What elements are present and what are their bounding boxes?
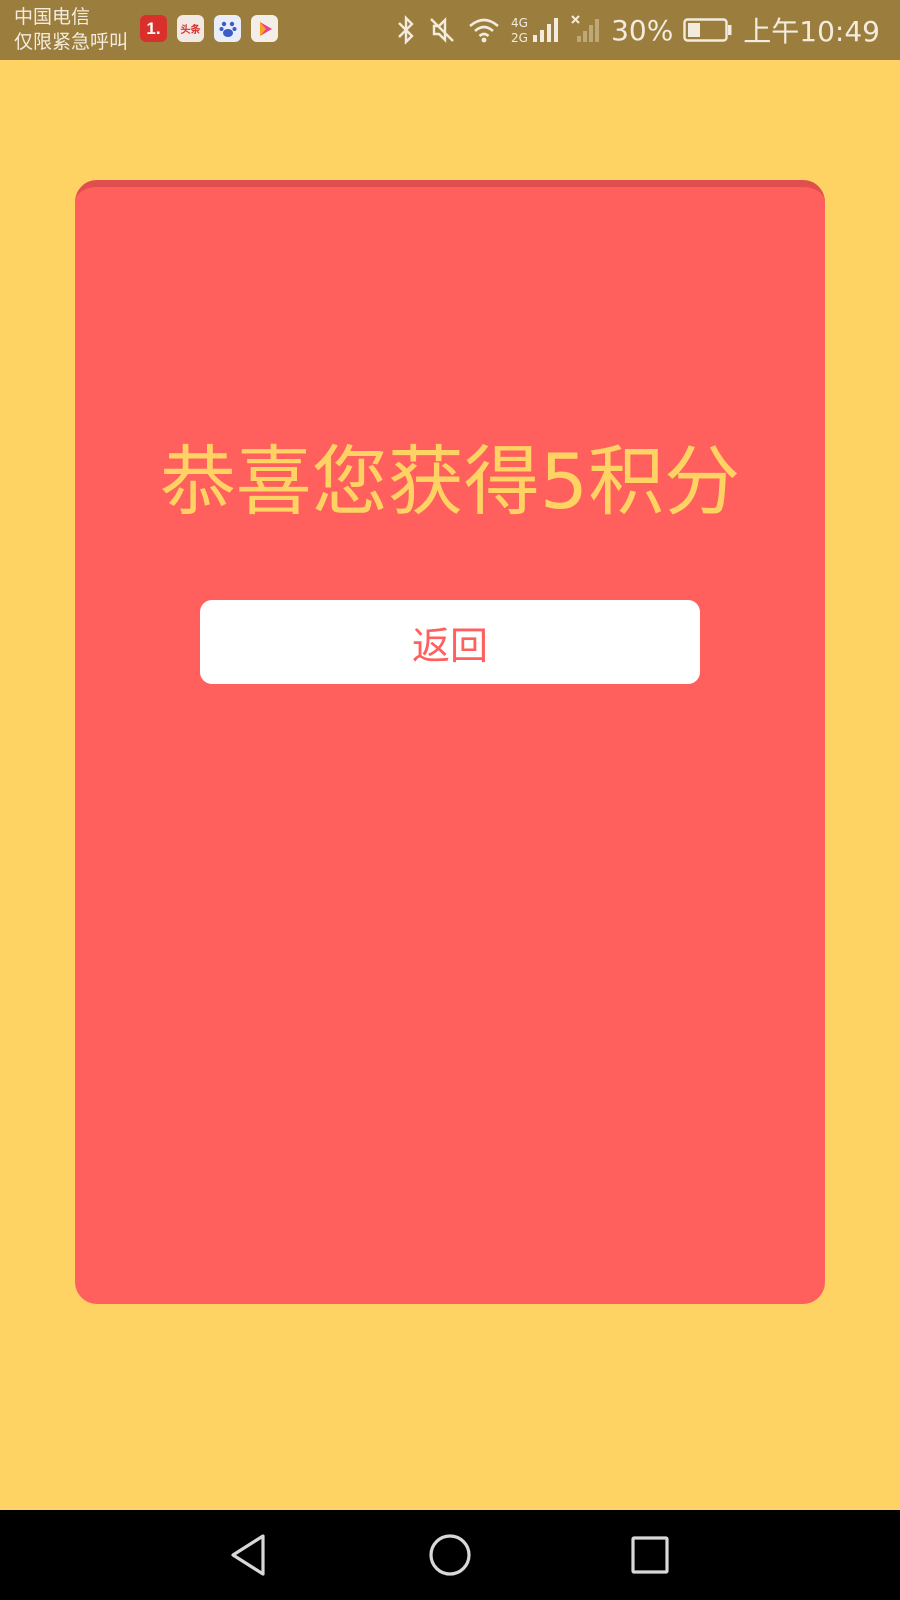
carrier-note: 仅限紧急呼叫 <box>14 31 129 53</box>
status-clock: 上午10:49 <box>743 15 880 48</box>
notification-app-icons: 1. 头条 <box>140 15 278 42</box>
battery-icon <box>683 15 733 45</box>
status-bar: 中国电信 仅限紧急呼叫 1. 头条 4G 2G 30% 上午10:49 <box>0 0 900 60</box>
back-button[interactable]: 返回 <box>200 600 700 684</box>
carrier-name: 中国电信 <box>14 6 91 28</box>
system-nav-bar <box>0 1510 900 1600</box>
app-1-icon: 1. <box>140 15 167 42</box>
mute-icon <box>427 15 457 45</box>
carrier-info: 中国电信 仅限紧急呼叫 <box>14 5 128 55</box>
status-indicators: 4G 2G 30% 上午10:49 <box>395 10 880 50</box>
baidu-icon <box>214 15 241 42</box>
home-nav-icon[interactable] <box>425 1530 475 1580</box>
reward-title: 恭喜您获得5积分 <box>159 437 741 526</box>
reward-card: 恭喜您获得5积分 返回 <box>75 180 825 1304</box>
toutiao-icon: 头条 <box>177 15 204 42</box>
signal-no-sim-icon <box>571 15 601 45</box>
bluetooth-icon <box>395 15 417 45</box>
recents-nav-icon[interactable] <box>625 1530 675 1580</box>
network-label-bottom: 2G <box>511 31 528 45</box>
wifi-icon <box>467 15 501 45</box>
video-app-icon <box>251 15 278 42</box>
signal-4g-icon: 4G 2G <box>511 15 561 45</box>
back-nav-icon[interactable] <box>225 1530 275 1580</box>
battery-percentage: 30% <box>611 13 674 47</box>
network-label-top: 4G <box>511 16 528 30</box>
